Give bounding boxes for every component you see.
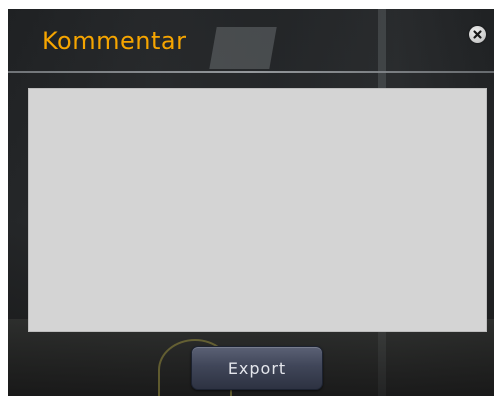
background-scene <box>209 27 277 69</box>
close-button[interactable] <box>469 26 486 43</box>
title-divider <box>8 71 494 73</box>
dialog-title: Kommentar <box>42 27 187 55</box>
export-button[interactable]: Export <box>191 346 323 390</box>
close-icon <box>473 30 482 39</box>
top-strip <box>0 0 497 9</box>
comment-textarea[interactable] <box>28 88 487 332</box>
comment-dialog: Kommentar Export <box>8 9 494 396</box>
